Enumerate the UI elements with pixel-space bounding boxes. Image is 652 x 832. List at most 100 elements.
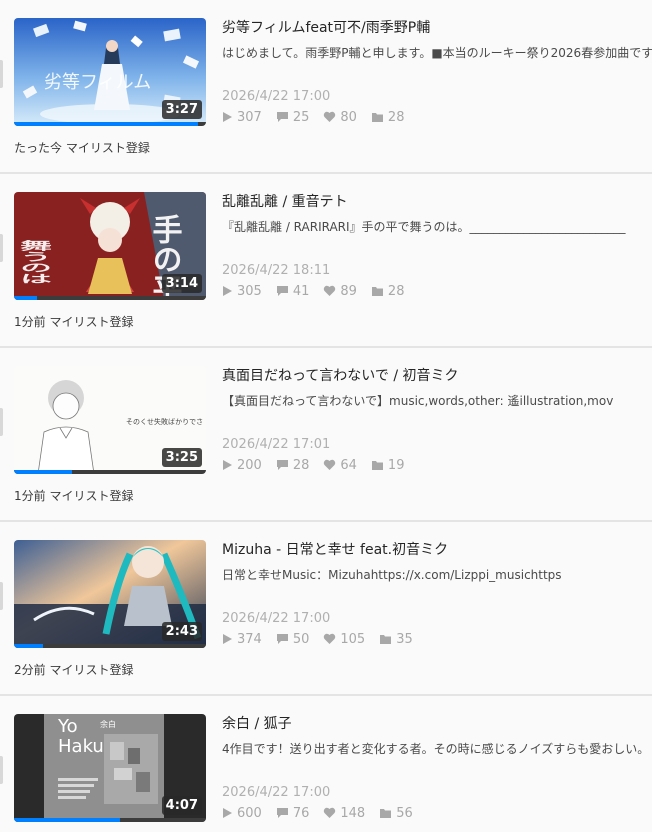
video-thumbnail[interactable]: 舞うのは 手の平 3:14 <box>14 192 206 300</box>
video-description: 【真面目だねって言わないで】music,words,other: 遙illust… <box>222 394 614 408</box>
watch-progress-fill <box>14 296 38 300</box>
video-description: はじめまして。雨季野P輔と申します。■本当のルーキー祭り2026春参加曲です <box>222 46 652 60</box>
upload-date: 2026/4/22 17:00 <box>222 785 331 800</box>
video-thumbnail[interactable]: 劣等フィルム 3:27 <box>14 18 206 126</box>
view-count: 600 <box>222 806 262 821</box>
side-handle[interactable] <box>0 234 3 262</box>
video-thumbnail[interactable]: そのくせ失敗ばかりでさ 3:25 <box>14 366 206 474</box>
video-duration: 3:27 <box>161 100 202 119</box>
comment-count-value: 25 <box>292 109 310 125</box>
view-count-value: 600 <box>237 805 262 821</box>
side-handle[interactable] <box>0 60 3 88</box>
thumbnail-caption-left: 舞うのは <box>15 240 53 284</box>
watch-progress-track <box>14 818 206 822</box>
watch-progress-track <box>14 296 206 300</box>
video-title[interactable]: 劣等フィルムfeat可不/雨季野P輔 <box>222 18 430 38</box>
video-stats: 307 25 80 28 <box>222 108 418 126</box>
comment-count: 28 <box>276 457 310 473</box>
mylist-activity: 1分前 マイリスト登録 <box>14 315 134 329</box>
mylist-count: 56 <box>379 806 413 821</box>
play-icon <box>223 634 232 644</box>
comment-icon <box>276 460 288 470</box>
like-count: 89 <box>323 284 357 299</box>
like-count: 148 <box>323 806 365 821</box>
video-stats: 374 50 105 35 <box>222 630 427 648</box>
thumbnail-caption-en-1: Yo <box>57 716 78 737</box>
mylist-count-value: 28 <box>387 109 405 125</box>
video-thumbnail[interactable]: 2:43 <box>14 540 206 648</box>
like-count-value: 64 <box>340 457 357 473</box>
play-icon <box>223 286 232 296</box>
comment-count-value: 28 <box>292 457 310 473</box>
watch-progress-track <box>14 644 206 648</box>
folder-icon <box>380 809 392 818</box>
comment-icon <box>276 286 288 296</box>
comment-count: 76 <box>276 805 310 821</box>
view-count: 305 <box>222 284 262 299</box>
comment-count-value: 50 <box>292 631 310 647</box>
video-item: 舞うのは 手の平 3:14 乱離乱離 / 重音テト 『乱離乱離 / RARIRA… <box>0 174 652 348</box>
mylist-count: 19 <box>371 457 405 473</box>
mylist-activity: 1分前 マイリスト登録 <box>14 489 134 503</box>
upload-date: 2026/4/22 18:11 <box>222 263 331 278</box>
view-count-value: 307 <box>237 109 262 125</box>
mylist-count: 35 <box>379 632 413 647</box>
upload-date: 2026/4/22 17:01 <box>222 437 331 452</box>
watch-progress-track <box>14 470 206 474</box>
heart-icon <box>324 285 336 296</box>
video-title[interactable]: Mizuha - 日常と幸せ feat.初音ミク <box>222 540 448 560</box>
view-count-value: 374 <box>237 631 262 647</box>
comment-icon <box>276 112 288 122</box>
comment-count: 25 <box>276 109 310 125</box>
comment-count-value: 41 <box>292 283 310 299</box>
heart-icon <box>324 633 336 644</box>
thumbnail-caption-en-2: Haku <box>58 736 104 757</box>
view-count: 374 <box>222 632 262 647</box>
side-handle[interactable] <box>0 408 3 436</box>
video-thumbnail[interactable]: Yo Haku 余白 4:07 <box>14 714 206 822</box>
video-duration: 3:25 <box>161 448 202 467</box>
heart-icon <box>324 111 336 122</box>
mylist-count: 28 <box>371 109 405 125</box>
mylist-count-value: 19 <box>387 457 405 473</box>
video-title[interactable]: 真面目だねって言わないで / 初音ミク <box>222 366 459 386</box>
folder-icon <box>371 461 383 470</box>
side-handle[interactable] <box>0 582 3 610</box>
heart-icon <box>324 807 336 818</box>
mylist-count-value: 56 <box>396 805 413 821</box>
video-duration: 3:14 <box>161 274 202 293</box>
like-count: 64 <box>323 458 357 473</box>
thumbnail-caption: そのくせ失敗ばかりでさ <box>126 417 203 426</box>
watch-progress-fill <box>14 644 43 648</box>
comment-icon <box>276 808 288 818</box>
mylist-count-value: 28 <box>387 283 405 299</box>
folder-icon <box>371 287 383 296</box>
video-description: 4作目です！送り出す者と変化する者。その時に感じるノイズすらも愛おしい。 <box>222 742 650 756</box>
video-feed: 劣等フィルム 3:27 劣等フィルムfeat可不/雨季野P輔 はじめまして。雨季… <box>0 0 652 832</box>
like-count-value: 80 <box>340 109 357 125</box>
video-description: 日常と幸せMusic：Mizuhahttps://x.com/Lizppi_mu… <box>222 568 562 582</box>
video-item: そのくせ失敗ばかりでさ 3:25 真面目だねって言わないで / 初音ミク 【真面… <box>0 348 652 522</box>
upload-date: 2026/4/22 17:00 <box>222 611 331 626</box>
mylist-count: 28 <box>371 283 405 299</box>
video-item: 劣等フィルム 3:27 劣等フィルムfeat可不/雨季野P輔 はじめまして。雨季… <box>0 0 652 174</box>
video-title[interactable]: 余白 / 狐子 <box>222 714 292 734</box>
watch-progress-fill <box>14 470 72 474</box>
mylist-count-value: 35 <box>396 631 413 647</box>
like-count-value: 89 <box>340 283 357 299</box>
view-count: 200 <box>222 458 262 473</box>
heart-icon <box>324 459 336 470</box>
upload-date: 2026/4/22 17:00 <box>222 89 331 104</box>
comment-count: 50 <box>276 631 310 647</box>
comment-count-value: 76 <box>292 805 310 821</box>
video-item: 2:43 Mizuha - 日常と幸せ feat.初音ミク 日常と幸せMusic… <box>0 522 652 696</box>
thumbnail-caption-jp: 余白 <box>100 719 116 729</box>
play-icon <box>223 112 232 122</box>
like-count-value: 148 <box>340 805 366 821</box>
video-duration: 4:07 <box>161 796 202 815</box>
like-count: 105 <box>323 632 365 647</box>
folder-icon <box>380 635 392 644</box>
side-handle[interactable] <box>0 756 3 784</box>
video-title[interactable]: 乱離乱離 / 重音テト <box>222 192 348 212</box>
mylist-activity: たった今 マイリスト登録 <box>14 141 150 155</box>
